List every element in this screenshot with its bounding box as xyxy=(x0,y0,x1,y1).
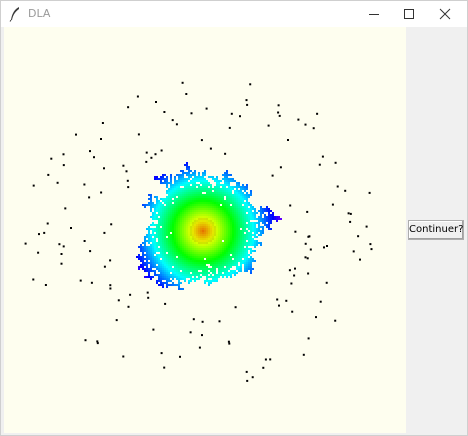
maximize-icon xyxy=(404,9,414,19)
minimize-icon xyxy=(369,14,379,15)
feather-icon xyxy=(9,7,19,22)
close-icon xyxy=(439,8,451,20)
maximize-button[interactable] xyxy=(390,1,428,27)
continue-button[interactable]: Continuer? xyxy=(408,220,464,240)
window-title: DLA xyxy=(28,7,51,20)
close-button[interactable] xyxy=(426,1,464,27)
minimize-button[interactable] xyxy=(355,1,393,27)
dla-canvas[interactable] xyxy=(4,27,406,433)
app-window: DLA Continuer? xyxy=(0,0,468,436)
title-bar[interactable]: DLA xyxy=(1,1,467,27)
dla-cluster xyxy=(24,81,373,382)
